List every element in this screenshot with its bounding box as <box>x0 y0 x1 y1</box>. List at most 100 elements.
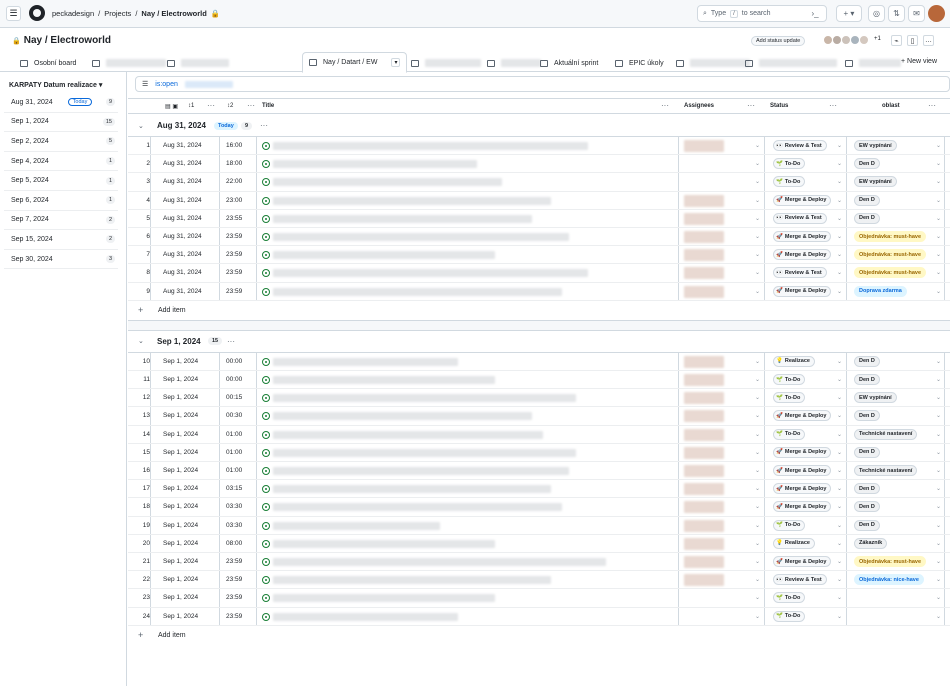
table-row[interactable]: 6 Aug 31, 2024 23:59 ⌄ 🚀 Merge & Deploy ⌄ Objed… <box>128 228 950 247</box>
filter-input[interactable]: ☰ is:open <box>135 76 950 92</box>
chevron-down-icon[interactable]: ⌄ <box>837 467 842 474</box>
tab-1[interactable]: Osobní board <box>20 55 76 71</box>
title-redacted[interactable] <box>273 594 495 603</box>
table-row[interactable]: 13 Sep 1, 2024 00:30 ⌄ 🚀 Merge & Deploy ⌄ Den D… <box>128 407 950 426</box>
chevron-down-icon[interactable]: ⌄ <box>755 160 760 167</box>
area-pill[interactable]: Den D <box>854 158 880 170</box>
tab-4[interactable]: Nay / Datart / EW ▾ <box>302 52 408 73</box>
table-row[interactable]: 24 Sep 1, 2024 23:59 ⌄ 🌱 To-Do ⌄ ⌄ <box>128 608 950 626</box>
title-redacted[interactable] <box>273 412 532 421</box>
status-pill[interactable]: 🚀 Merge & Deploy <box>773 465 832 476</box>
add-item-button[interactable]: + Add item <box>128 626 950 645</box>
assignee-redacted[interactable] <box>684 249 724 262</box>
column-menu-icon[interactable]: ··· <box>928 101 936 110</box>
title-redacted[interactable] <box>273 357 458 366</box>
chevron-down-icon[interactable]: ⌄ <box>936 503 941 510</box>
title-redacted[interactable] <box>273 160 477 169</box>
more-options-icon[interactable]: … <box>923 35 934 46</box>
chevron-down-icon[interactable]: ⌄ <box>837 503 842 510</box>
column-area[interactable]: oblast <box>882 103 900 109</box>
breadcrumb-projects[interactable]: Projects <box>104 9 131 18</box>
chevron-down-icon[interactable]: ⌄ <box>755 412 760 419</box>
table-row[interactable]: 5 Aug 31, 2024 23:55 ⌄ 👀 Review & Test ⌄ Den D ⌄ <box>128 210 950 228</box>
chevron-down-icon[interactable]: ⌄ <box>755 485 760 492</box>
area-pill[interactable]: Objednávka: nice-have <box>854 574 924 586</box>
sidebar-group-item[interactable]: Sep 30, 2024 3 <box>4 250 118 270</box>
chevron-down-icon[interactable]: ⌄ <box>755 431 760 438</box>
status-pill[interactable]: 👀 Review & Test <box>773 212 827 224</box>
assignee-redacted[interactable] <box>684 501 724 514</box>
status-pill[interactable]: 🌱 To-Do <box>773 374 806 385</box>
chevron-down-icon[interactable]: ⌄ <box>936 558 941 565</box>
chevron-down-icon[interactable]: ⌄ <box>936 358 941 365</box>
chevron-down-icon[interactable]: ⌄ <box>936 467 941 474</box>
chevron-down-icon[interactable]: ⌄ <box>837 522 842 529</box>
table-row[interactable]: 15 Sep 1, 2024 01:00 ⌄ 🚀 Merge & Deploy ⌄ Den D… <box>128 444 950 462</box>
chevron-down-icon[interactable]: ⌄ <box>755 358 760 365</box>
status-pill[interactable]: 🚀 Merge & Deploy <box>773 556 832 567</box>
breadcrumb-project[interactable]: Nay / Electroworld <box>141 9 206 18</box>
sidebar-group-item[interactable]: Sep 15, 2024 2 <box>4 230 118 250</box>
assignee-redacted[interactable] <box>684 556 724 568</box>
assignee-redacted[interactable] <box>684 519 724 532</box>
chevron-down-icon[interactable]: ⌄ <box>936 288 941 295</box>
status-pill[interactable]: 🚀 Merge & Deploy <box>773 501 832 513</box>
user-avatar[interactable] <box>928 5 945 22</box>
chevron-down-icon[interactable]: ⌄ <box>138 337 144 345</box>
tab-11[interactable] <box>845 55 901 71</box>
sidebar-group-item[interactable]: Aug 31, 2024 Today 9 <box>4 93 118 113</box>
title-redacted[interactable] <box>273 576 551 585</box>
pull-requests-icon[interactable]: ⇅ <box>888 5 905 22</box>
add-item-button[interactable]: + Add item <box>128 301 950 320</box>
chevron-down-icon[interactable]: ⌄ <box>837 178 842 185</box>
assignee-redacted[interactable] <box>684 267 724 280</box>
status-pill[interactable]: 👀 Review & Test <box>773 140 827 151</box>
status-pill[interactable]: 🌱 To-Do <box>773 610 806 622</box>
title-redacted[interactable] <box>273 503 562 512</box>
area-pill[interactable]: Doprava zdarma <box>854 285 907 297</box>
area-pill[interactable]: Zákazník <box>854 537 888 549</box>
collaborator-avatar[interactable] <box>859 35 869 45</box>
assignee-redacted[interactable] <box>684 537 724 550</box>
title-redacted[interactable] <box>273 196 551 205</box>
sidebar-group-item[interactable]: Sep 6, 2024 1 <box>4 191 118 211</box>
chevron-down-icon[interactable]: ⌄ <box>837 358 842 365</box>
sidebar-group-item[interactable]: Sep 7, 2024 2 <box>4 211 118 231</box>
title-redacted[interactable] <box>273 142 588 150</box>
title-redacted[interactable] <box>273 521 440 530</box>
title-redacted[interactable] <box>273 539 495 548</box>
column-menu-icon[interactable]: ··· <box>747 101 755 110</box>
column-assignees[interactable]: Assignees <box>684 103 714 109</box>
sidebar-group-item[interactable]: Sep 2, 2024 5 <box>4 132 118 152</box>
chevron-down-icon[interactable]: ⌄ <box>936 215 941 222</box>
group-menu-icon[interactable]: ··· <box>227 337 235 346</box>
chevron-down-icon[interactable]: ⌄ <box>755 522 760 529</box>
chevron-down-icon[interactable]: ⌄ <box>755 376 760 383</box>
chevron-down-icon[interactable]: ⌄ <box>936 412 941 419</box>
chevron-down-icon[interactable]: ⌄ <box>837 576 842 583</box>
sort-desc-icon[interactable]: ↕2 <box>227 103 233 109</box>
area-pill[interactable]: EW vypínání <box>854 140 897 151</box>
status-pill[interactable]: 🚀 Merge & Deploy <box>773 194 832 206</box>
table-row[interactable]: 21 Sep 1, 2024 23:59 ⌄ 🚀 Merge & Deploy ⌄ Objed… <box>128 553 950 572</box>
chevron-down-icon[interactable]: ⌄ <box>837 431 842 438</box>
group-header[interactable]: ⌄ Aug 31, 2024 Today 9 ··· <box>128 115 950 137</box>
title-redacted[interactable] <box>273 485 551 494</box>
status-pill[interactable]: 🌱 To-Do <box>773 158 806 170</box>
table-row[interactable]: 8 Aug 31, 2024 23:59 ⌄ 👀 Review & Test ⌄ Objedn… <box>128 264 950 283</box>
assignee-redacted[interactable] <box>684 231 724 243</box>
sort-asc-icon[interactable]: ↕1 <box>188 103 194 109</box>
chevron-down-icon[interactable]: ⌄ <box>755 449 760 456</box>
sidebar-group-item[interactable]: Sep 4, 2024 1 <box>4 152 118 172</box>
assignee-redacted[interactable] <box>684 574 724 587</box>
table-row[interactable]: 12 Sep 1, 2024 00:15 ⌄ 🌱 To-Do ⌄ EW vypínání ⌄ <box>128 389 950 408</box>
chevron-down-icon[interactable]: ⌄ <box>837 142 842 149</box>
chevron-down-icon[interactable]: ⌄ <box>936 233 941 240</box>
status-pill[interactable]: 👀 Review & Test <box>773 267 827 279</box>
tab-6[interactable] <box>487 55 541 71</box>
area-pill[interactable]: EW vypínání <box>854 392 897 404</box>
title-redacted[interactable] <box>273 394 576 403</box>
area-pill[interactable]: EW vypínání <box>854 176 897 188</box>
chevron-down-icon[interactable]: ⌄ <box>936 251 941 258</box>
table-row[interactable]: 17 Sep 1, 2024 03:15 ⌄ 🚀 Merge & Deploy ⌄ Den D… <box>128 480 950 499</box>
